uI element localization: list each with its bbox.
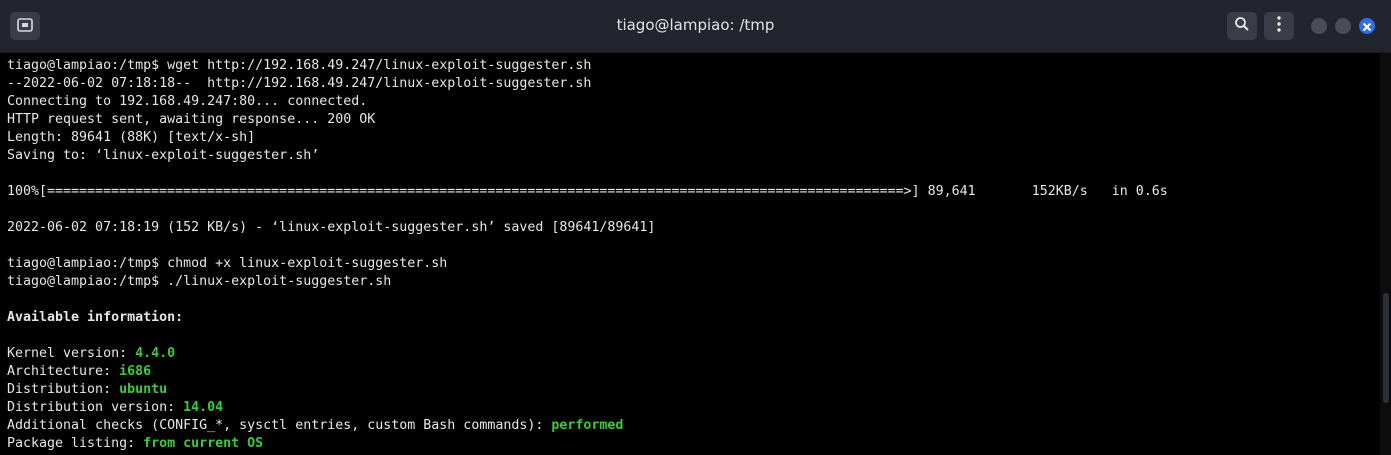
info-value: 14.04 xyxy=(183,400,224,415)
terminal-line: Distribution: ubuntu xyxy=(7,381,1168,399)
kebab-menu-icon xyxy=(1277,16,1281,36)
terminal-line: tiago@lampiao:/tmp$ wget http://192.168.… xyxy=(7,57,1168,75)
info-label: Package listing: xyxy=(7,436,144,451)
terminal-line: Available information: xyxy=(7,309,1168,327)
info-value: from current OS xyxy=(143,436,264,451)
terminal-line: Architecture: i686 xyxy=(7,363,1168,381)
scrollbar[interactable] xyxy=(1380,53,1391,455)
menu-button[interactable] xyxy=(1264,12,1294,40)
close-button[interactable] xyxy=(1359,18,1375,34)
line-text: --2022-06-02 07:18:18-- http://192.168.4… xyxy=(7,76,592,91)
info-value: i686 xyxy=(119,364,152,379)
terminal-line: Additional checks (CONFIG_*, sysctl entr… xyxy=(7,417,1168,435)
info-value: ubuntu xyxy=(119,382,168,397)
maximize-button[interactable] xyxy=(1335,18,1351,34)
line-text: tiago@lampiao:/tmp$ ./linux-exploit-sugg… xyxy=(7,274,392,289)
terminal-line: 100%[===================================… xyxy=(7,183,1168,201)
line-text: HTTP request sent, awaiting response... … xyxy=(7,112,376,127)
terminal-line: Package listing: from current OS xyxy=(7,435,1168,453)
terminal-line: tiago@lampiao:/tmp$ ./linux-exploit-sugg… xyxy=(7,273,1168,291)
info-value: performed xyxy=(551,418,624,433)
info-label: Additional checks (CONFIG_*, sysctl entr… xyxy=(7,418,552,433)
line-text: Connecting to 192.168.49.247:80... conne… xyxy=(7,94,368,109)
terminal-line: tiago@lampiao:/tmp$ chmod +x linux-explo… xyxy=(7,255,1168,273)
terminal-lines: tiago@lampiao:/tmp$ wget http://192.168.… xyxy=(7,57,1168,453)
terminal-line: Connecting to 192.168.49.247:80... conne… xyxy=(7,93,1168,111)
line-text: tiago@lampiao:/tmp$ wget http://192.168.… xyxy=(7,58,592,73)
terminal-line: HTTP request sent, awaiting response... … xyxy=(7,111,1168,129)
line-text: Saving to: ‘linux-exploit-suggester.sh’ xyxy=(7,148,320,163)
close-icon xyxy=(1362,17,1372,36)
info-label: Architecture: xyxy=(7,364,120,379)
terminal-line: 2022-06-02 07:18:19 (152 KB/s) - ‘linux-… xyxy=(7,219,1168,237)
line-text: Length: 89641 (88K) [text/x-sh] xyxy=(7,130,256,145)
minimize-button[interactable] xyxy=(1311,18,1327,34)
section-heading: Available information: xyxy=(7,310,184,325)
scrollbar-thumb[interactable] xyxy=(1383,293,1389,403)
search-icon xyxy=(1234,16,1250,36)
info-label: Distribution: xyxy=(7,382,120,397)
line-text: 100%[===================================… xyxy=(7,184,1168,199)
terminal-line: Distribution version: 14.04 xyxy=(7,399,1168,417)
info-label: Distribution version: xyxy=(7,400,184,415)
terminal-line: Saving to: ‘linux-exploit-suggester.sh’ xyxy=(7,147,1168,165)
terminal-line: Length: 89641 (88K) [text/x-sh] xyxy=(7,129,1168,147)
line-text: 2022-06-02 07:18:19 (152 KB/s) - ‘linux-… xyxy=(7,220,656,235)
window-title: tiago@lampiao: /tmp xyxy=(616,16,775,34)
info-value: 4.4.0 xyxy=(135,346,176,361)
terminal-line: --2022-06-02 07:18:18-- http://192.168.4… xyxy=(7,75,1168,93)
search-button[interactable] xyxy=(1227,12,1257,40)
terminal-line: Kernel version: 4.4.0 xyxy=(7,345,1168,363)
info-label: Kernel version: xyxy=(7,346,136,361)
terminal-output[interactable]: tiago@lampiao:/tmp$ wget http://192.168.… xyxy=(0,53,1380,455)
line-text: tiago@lampiao:/tmp$ chmod +x linux-explo… xyxy=(7,256,448,271)
title-bar: tiago@lampiao: /tmp xyxy=(0,0,1391,53)
